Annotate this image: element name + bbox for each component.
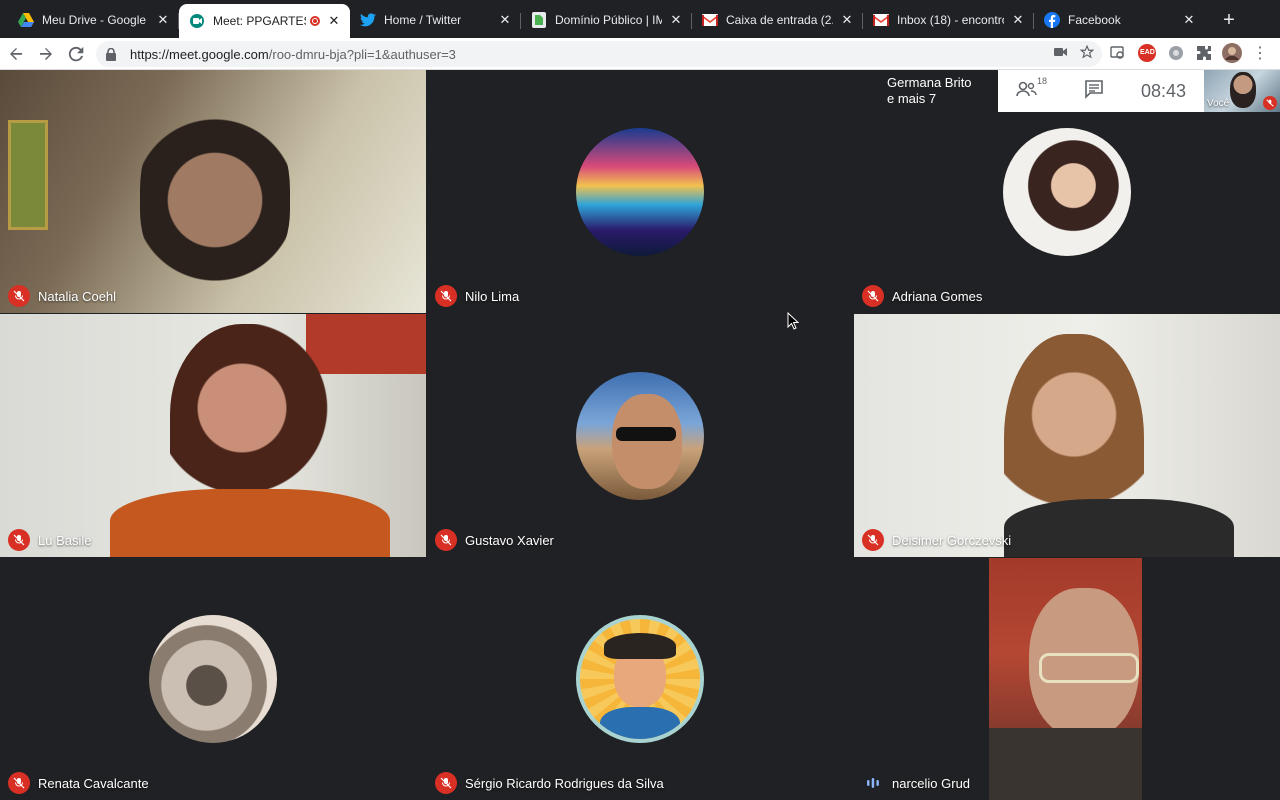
tab-dominio-publico[interactable]: Domínio Público | IMM ✕ <box>521 4 692 36</box>
participant-avatar <box>1003 128 1131 256</box>
participant-tile[interactable]: Renata Cavalcante <box>0 558 426 800</box>
close-tab-icon[interactable]: ✕ <box>155 12 171 28</box>
participant-video <box>989 558 1142 800</box>
presenter-name: Germana Brito <box>887 75 972 90</box>
extensions-puzzle-icon[interactable] <box>1194 43 1214 63</box>
presenter-more: e mais 7 <box>887 91 937 106</box>
participant-avatar <box>576 128 704 256</box>
mic-off-icon <box>8 285 30 307</box>
participant-name: Gustavo Xavier <box>465 532 554 548</box>
close-tab-icon[interactable]: ✕ <box>1010 12 1026 28</box>
tab-title: Home / Twitter <box>384 13 462 27</box>
tab-twitter[interactable]: Home / Twitter ✕ <box>350 4 521 36</box>
participant-tile[interactable]: Lu Basile <box>0 314 426 557</box>
participants-button[interactable]: 18 <box>1016 76 1056 103</box>
participant-name: Adriana Gomes <box>892 288 983 304</box>
browser-toolbar: https://meet.google.com/roo-dmru-bja?pli… <box>0 38 1280 70</box>
url-host: https://meet.google.com <box>130 46 269 62</box>
mic-off-icon <box>8 529 30 551</box>
tab-facebook[interactable]: Facebook ✕ <box>1034 4 1205 36</box>
close-tab-icon[interactable]: ✕ <box>326 13 342 29</box>
address-bar[interactable]: https://meet.google.com/roo-dmru-bja?pli… <box>96 41 1102 67</box>
chat-button[interactable] <box>1084 79 1104 104</box>
participant-name: Deisimer Gorczevski <box>892 532 1012 548</box>
participant-count: 18 <box>1037 75 1048 86</box>
gmail-icon <box>702 12 718 28</box>
participant-name: Sérgio Ricardo Rodrigues da Silva <box>465 775 664 791</box>
mic-off-icon <box>862 529 884 551</box>
meeting-controls: 18 08:43 <box>998 70 1204 112</box>
tab-gmail-caixa[interactable]: Caixa de entrada (2.08 ✕ <box>692 4 863 36</box>
participant-name: narcelio Grud <box>892 775 971 791</box>
mic-off-icon <box>435 772 457 794</box>
forward-arrow-icon[interactable] <box>32 40 60 68</box>
participant-tile[interactable]: Natalia Coehl <box>0 70 426 313</box>
close-tab-icon[interactable]: ✕ <box>668 12 684 28</box>
browser-menu-icon[interactable]: ⋮ <box>1250 43 1270 63</box>
tab-google-meet[interactable]: Meet: PPGARTES- ✕ <box>179 4 350 38</box>
close-tab-icon[interactable]: ✕ <box>497 12 513 28</box>
tab-title: Domínio Público | IMM <box>555 13 662 27</box>
mic-off-icon <box>435 529 457 551</box>
participant-tile[interactable]: Deisimer Gorczevski <box>854 314 1280 557</box>
tab-title: Caixa de entrada (2.08 <box>726 13 833 27</box>
self-video-person <box>1230 72 1256 108</box>
mic-off-icon <box>8 772 30 794</box>
meeting-clock: 08:43 <box>1140 80 1186 101</box>
profile-avatar[interactable] <box>1222 43 1242 63</box>
self-mic-off-icon <box>1263 96 1277 110</box>
participant-avatar <box>149 615 277 743</box>
close-tab-icon[interactable]: ✕ <box>1181 12 1197 28</box>
mic-off-icon <box>435 285 457 307</box>
tab-title: Inbox (18) - encontroa <box>897 13 1004 27</box>
google-meet-icon <box>189 13 205 29</box>
recording-icon <box>310 16 320 26</box>
browser-tab-strip: Meu Drive - Google Dr ✕ Meet: PPGARTES- … <box>0 0 1280 38</box>
tab-title: Facebook <box>1068 13 1121 27</box>
participant-video-person <box>140 90 290 290</box>
extension-globe-icon[interactable] <box>1166 43 1186 63</box>
camera-in-use-icon[interactable] <box>1054 45 1068 64</box>
participant-name: Nilo Lima <box>465 288 520 304</box>
url-path: /roo-dmru-bja?pli=1&authuser=3 <box>268 46 456 62</box>
screen-search-icon[interactable] <box>1108 43 1128 63</box>
self-label: Você <box>1207 98 1230 109</box>
close-tab-icon[interactable]: ✕ <box>839 12 855 28</box>
mouse-cursor-icon <box>787 312 799 330</box>
participant-name: Lu Basile <box>38 532 92 548</box>
tab-google-drive[interactable]: Meu Drive - Google Dr ✕ <box>8 4 179 36</box>
audio-level-icon <box>862 772 884 794</box>
participant-avatar <box>576 615 704 743</box>
participant-tile[interactable]: Nilo Lima <box>427 70 853 313</box>
mic-off-icon <box>862 285 884 307</box>
reload-icon[interactable] <box>62 40 90 68</box>
twitter-icon <box>360 12 376 28</box>
google-drive-icon <box>18 12 34 28</box>
meeting-grid: Natalia Coehl Nilo Lima Adriana Gomes Lu… <box>0 70 1280 800</box>
tab-gmail-inbox[interactable]: Inbox (18) - encontroa ✕ <box>863 4 1034 36</box>
self-view-tile[interactable]: Você <box>1204 70 1280 112</box>
participant-tile[interactable]: Sérgio Ricardo Rodrigues da Silva <box>427 558 853 800</box>
participant-name: Renata Cavalcante <box>38 775 149 791</box>
people-icon <box>1016 81 1037 96</box>
new-tab-button[interactable]: + <box>1215 6 1243 34</box>
tab-title: Meet: PPGARTES- <box>213 14 306 28</box>
dominio-publico-icon <box>531 12 547 28</box>
participant-tile[interactable]: narcelio Grud <box>854 558 1280 800</box>
url-text: https://meet.google.com/roo-dmru-bja?pli… <box>130 47 456 62</box>
chat-icon <box>1085 79 1103 99</box>
tab-title: Meu Drive - Google Dr <box>42 13 149 27</box>
participant-avatar <box>576 372 704 500</box>
lock-icon[interactable] <box>106 47 120 61</box>
back-arrow-icon[interactable] <box>2 40 30 68</box>
ead-extension-badge: EAD <box>1140 49 1155 56</box>
facebook-icon <box>1044 12 1060 28</box>
participant-name: Natalia Coehl <box>38 288 117 304</box>
gmail-icon <box>873 12 889 28</box>
bookmark-star-icon[interactable] <box>1079 44 1095 64</box>
participant-tile[interactable]: Gustavo Xavier <box>427 314 853 557</box>
presenter-info[interactable]: Germana Brito e mais 7 <box>844 70 998 112</box>
